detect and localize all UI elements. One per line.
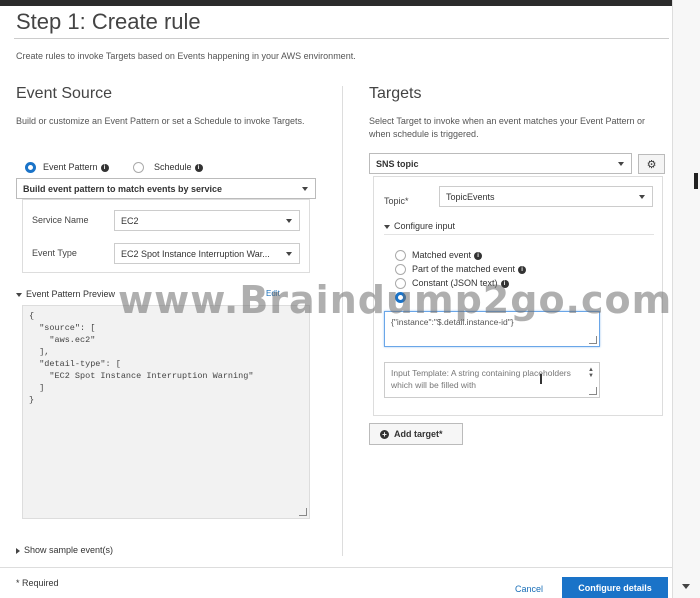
target-settings-button[interactable]: ⚙ [638,154,665,174]
targets-description: Select Target to invoke when an event ma… [369,116,645,139]
info-icon[interactable]: i [194,163,203,172]
required-note: * Required [16,578,59,588]
schedule-radio[interactable] [133,162,144,173]
code-line: ], [29,347,50,357]
watermark: www.Braindump2go.com [118,278,673,322]
chevron-down-icon [618,161,624,166]
page-subtitle: Create rules to invoke Targets based on … [16,51,356,61]
configure-input-label: Configure input [394,221,456,231]
chevron-down-icon [16,292,22,297]
info-icon[interactable]: i [474,251,483,260]
pattern-mode-value: Build event pattern to match events by s… [23,183,223,194]
event-type-label: Event Type [32,248,77,258]
configure-details-button[interactable]: Configure details [562,577,668,598]
chevron-down-icon [302,186,308,191]
chevron-right-icon [16,547,20,554]
code-line: } [29,395,35,405]
resize-handle-icon[interactable] [299,508,307,516]
matched-event-label: Matched event i [412,250,483,260]
chevron-down-icon [286,251,292,256]
matched-event-text: Matched event [412,250,472,260]
chevron-down-icon [384,224,390,229]
show-sample-events-toggle[interactable]: Show sample event(s) [16,545,113,555]
topic-value: TopicEvents [446,191,495,202]
event-pattern-label: Event Pattern i [43,162,109,172]
pattern-mode-select[interactable]: Build event pattern to match events by s… [16,178,316,199]
targets-heading: Targets [369,85,422,102]
configure-input-toggle[interactable]: Configure input [384,221,455,231]
resize-handle-icon[interactable] [589,387,597,395]
service-name-select[interactable]: EC2 [114,210,300,231]
page-title: Step 1: Create rule [16,9,201,34]
event-type-select[interactable]: EC2 Spot Instance Interruption War... [114,243,300,264]
event-pattern-preview-toggle[interactable]: Event Pattern Preview [16,289,115,299]
right-scroll-strip [672,0,700,598]
chevron-down-icon [639,194,645,199]
footer-divider [0,567,672,568]
schedule-label: Schedule i [154,162,203,172]
code-line: "source": [ [29,323,96,333]
event-source-heading: Event Source [16,85,113,102]
matched-event-radio[interactable] [395,250,406,261]
event-source-description: Build or customize an Event Pattern or s… [16,116,305,126]
input-template-field[interactable]: Input Template: A string containing plac… [384,362,600,398]
part-matched-radio[interactable] [395,264,406,275]
chevron-down-icon [286,218,292,223]
topic-select[interactable]: TopicEvents [439,186,653,207]
event-pattern-radio[interactable] [25,162,36,173]
code-line: "EC2 Spot Instance Interruption Warning" [29,371,254,381]
info-icon[interactable]: i [518,265,527,274]
add-target-label: Add target* [394,429,443,439]
mouse-cursor-icon [694,173,698,189]
show-sample-label: Show sample event(s) [24,545,114,555]
input-template-placeholder: Input Template: A string containing plac… [391,368,571,390]
title-divider [14,38,669,39]
event-pattern-code[interactable]: { "source": [ "aws.ec2" ], "detail-type"… [22,305,310,519]
plus-icon: + [380,429,389,439]
target-type-select[interactable]: SNS topic [369,153,632,174]
code-line: "aws.ec2" [29,335,96,345]
window-top-bar [0,0,700,6]
service-name-label: Service Name [32,215,89,225]
scroll-down-icon[interactable] [682,584,690,589]
service-name-value: EC2 [121,215,139,226]
configure-input-divider [384,234,654,235]
schedule-text: Schedule [154,162,192,172]
info-icon[interactable]: i [100,163,109,172]
topic-label: Topic* [384,196,409,206]
resize-handle-icon[interactable] [589,336,597,344]
gear-icon: ⚙ [646,158,657,171]
add-target-button[interactable]: + Add target* [369,423,463,445]
code-line: ] [29,383,45,393]
code-line: "detail-type": [ [29,359,121,369]
cancel-button[interactable]: Cancel [515,584,543,594]
part-matched-text: Part of the matched event [412,264,516,274]
target-type-value: SNS topic [376,158,419,169]
event-type-value: EC2 Spot Instance Interruption War... [121,248,270,259]
preview-label: Event Pattern Preview [26,289,116,299]
part-matched-label: Part of the matched event i [412,264,527,274]
text-cursor-icon [540,374,542,384]
event-pattern-text: Event Pattern [43,162,98,172]
scroll-stepper-icon[interactable]: ▲ ▼ [587,367,595,379]
